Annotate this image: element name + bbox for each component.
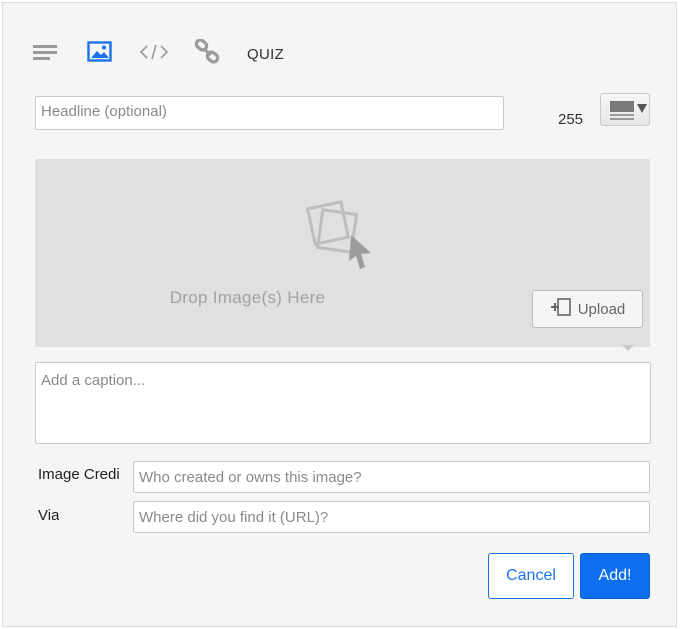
link-icon [194,37,222,70]
add-file-icon [550,297,572,321]
headline-input[interactable] [35,96,504,130]
add-image-dialog: QUIZ 255 Drop [2,2,677,627]
text-lines-icon [33,42,59,67]
add-button[interactable]: Add! [580,553,650,599]
image-layout-selector[interactable] [600,93,650,126]
drop-images-label: Drop Image(s) Here [169,288,326,307]
link-tool-button[interactable] [194,37,222,70]
triangle-down-icon [637,101,647,119]
via-url-field[interactable] [133,501,650,533]
upload-button[interactable]: Upload [532,290,643,328]
image-credit-field[interactable] [133,461,650,493]
quiz-label: QUIZ [247,45,285,63]
upload-label: Upload [577,300,626,318]
image-icon [87,40,113,68]
cancel-button[interactable]: Cancel [488,553,574,599]
code-tool-button[interactable] [139,41,169,67]
caption-input[interactable] [35,362,651,444]
image-layout-icon [610,101,634,125]
image-tool-button[interactable] [87,40,113,68]
quiz-tool-button[interactable]: QUIZ [247,41,284,67]
image-credit-label: Image Credi [38,466,120,483]
via-label: Via [38,507,60,524]
text-tool-button[interactable] [33,41,59,67]
image-drop-zone[interactable]: Drop Image(s) Here Upload [35,159,650,347]
code-icon [139,42,169,67]
drop-images-icon [305,197,375,276]
headline-char-count: 255 [558,111,584,128]
dropzone-caret-icon [622,345,634,351]
